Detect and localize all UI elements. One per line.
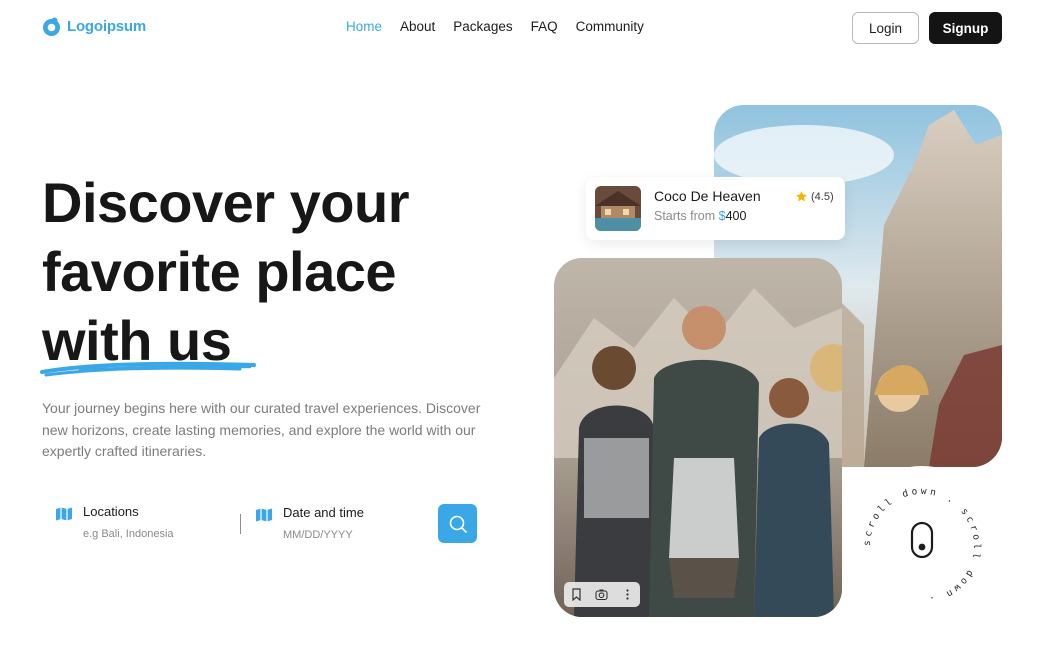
brush-underline [40,361,256,377]
nav-home[interactable]: Home [346,19,382,34]
search-icon [449,515,467,533]
rating: (4.5) [795,190,834,203]
signup-button[interactable]: Signup [929,12,1002,44]
landing-page: Logoipsum Home About Packages FAQ Commun… [0,0,1050,645]
friends-photo [554,258,842,617]
map-icon [256,508,272,522]
nav-community[interactable]: Community [576,19,644,34]
rating-value: (4.5) [811,190,834,203]
search-divider [240,514,241,534]
logo-text: Logoipsum [67,18,147,35]
price-value: $400 [719,209,747,223]
currency-symbol: $ [718,209,726,223]
starts-from-label: Starts from [654,209,716,223]
hero-title-line-1: Discover your [42,171,410,234]
map-icon [56,507,72,521]
logo-icon [43,17,60,36]
destination-thumbnail [595,186,641,231]
date-hint: MM/DD/YYYY [283,529,353,541]
mouse-icon [910,521,934,559]
nav-faq[interactable]: FAQ [531,19,558,34]
destination-price: Starts from $400 [654,209,746,223]
nav-packages[interactable]: Packages [453,19,512,34]
logo[interactable]: Logoipsum [41,16,146,37]
scroll-down-badge[interactable]: scroll down . scroll down . [842,466,1002,626]
bookmark-icon[interactable] [570,588,583,601]
hero-title-line-2: favorite place [42,240,397,303]
search-button[interactable] [438,504,477,543]
login-button[interactable]: Login [852,12,919,44]
lens-icon[interactable] [595,588,609,601]
nav-about[interactable]: About [400,19,435,34]
hero-title: Discover your favorite place with us [42,168,512,375]
date-label: Date and time [283,505,364,520]
star-icon [796,191,807,202]
price-amount: 400 [725,209,747,223]
location-hint: e.g Bali, Indonesia [83,528,174,540]
more-icon[interactable] [621,588,634,601]
destination-card[interactable]: Coco De Heaven Starts from $400 (4.5) [586,177,845,240]
destination-title: Coco De Heaven [654,188,761,204]
photo-actions [564,582,640,607]
main-nav: Home About Packages FAQ Community [346,19,644,34]
location-label: Locations [83,504,139,519]
hero-description: Your journey begins here with our curate… [42,400,481,459]
location-field[interactable]: Locations e.g Bali, Indonesia [55,504,174,540]
date-field[interactable]: Date and time MM/DD/YYYY [255,505,364,541]
